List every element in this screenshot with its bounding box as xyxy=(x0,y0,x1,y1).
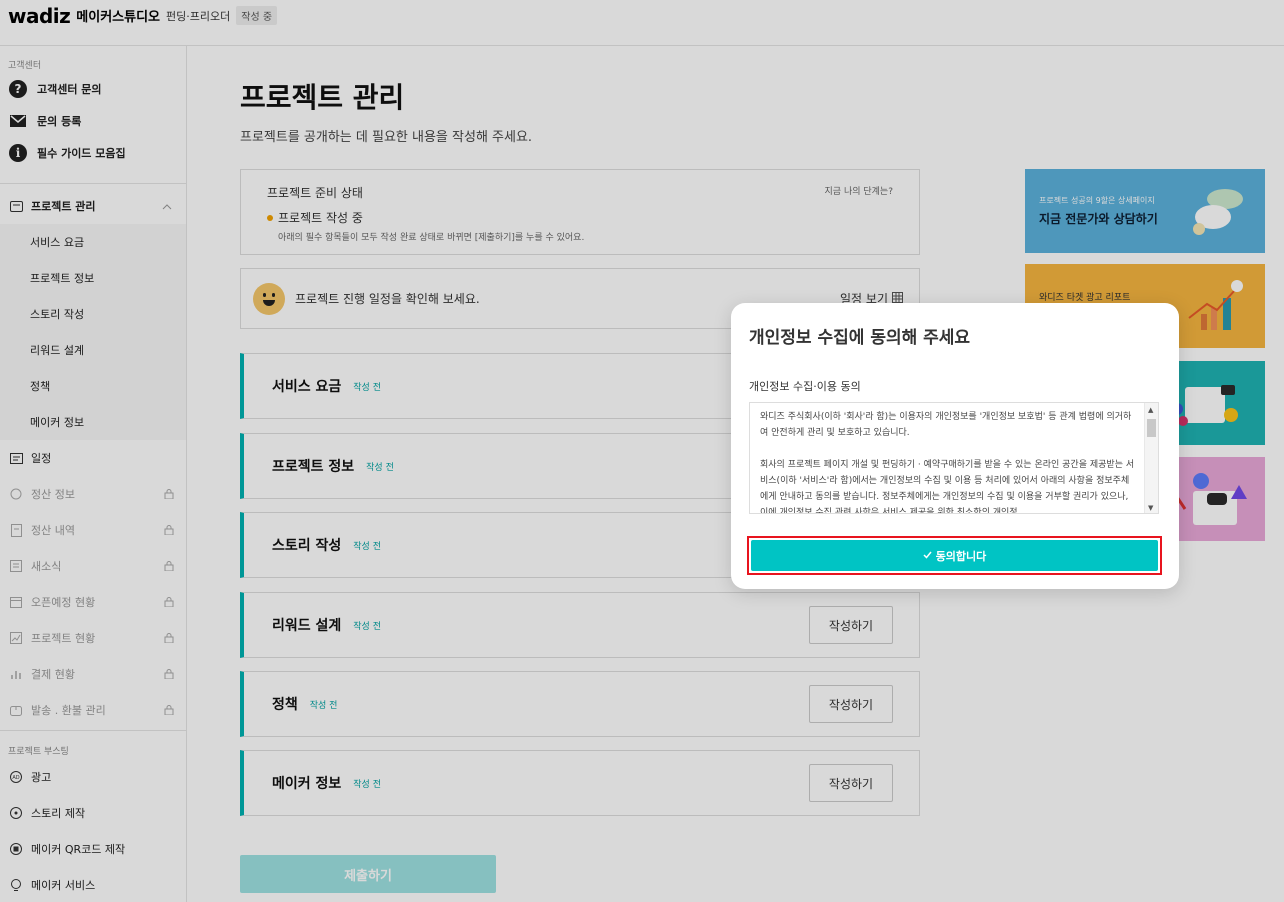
agree-button[interactable]: 동의합니다 xyxy=(751,540,1158,571)
agree-button-highlight: 동의합니다 xyxy=(747,536,1162,575)
terms-paragraph: 와디즈 주식회사(이하 '회사'라 함)는 이용자의 개인정보를 '개인정보 보… xyxy=(760,412,1132,438)
terms-content: 와디즈 주식회사(이하 '회사'라 함)는 이용자의 개인정보를 '개인정보 보… xyxy=(750,403,1158,514)
modal-title: 개인정보 수집에 동의해 주세요 xyxy=(749,328,971,348)
agree-label: 동의합니다 xyxy=(935,549,987,563)
consent-label: 개인정보 수집·이용 동의 xyxy=(749,380,861,393)
terms-paragraph: 회사의 프로젝트 페이지 개설 및 펀딩하기 · 예약구매하기를 받을 수 있는… xyxy=(760,460,1135,514)
privacy-consent-modal: 개인정보 수집에 동의해 주세요 개인정보 수집·이용 동의 와디즈 주식회사(… xyxy=(731,303,1179,589)
terms-scrollbar[interactable]: ▲ ▼ xyxy=(1144,403,1158,513)
scroll-down-icon[interactable]: ▼ xyxy=(1148,504,1153,512)
terms-textbox[interactable]: 와디즈 주식회사(이하 '회사'라 함)는 이용자의 개인정보를 '개인정보 보… xyxy=(749,402,1159,514)
scroll-up-icon[interactable]: ▲ xyxy=(1148,406,1153,414)
scrollbar-thumb[interactable] xyxy=(1147,419,1156,437)
check-icon xyxy=(923,549,932,562)
